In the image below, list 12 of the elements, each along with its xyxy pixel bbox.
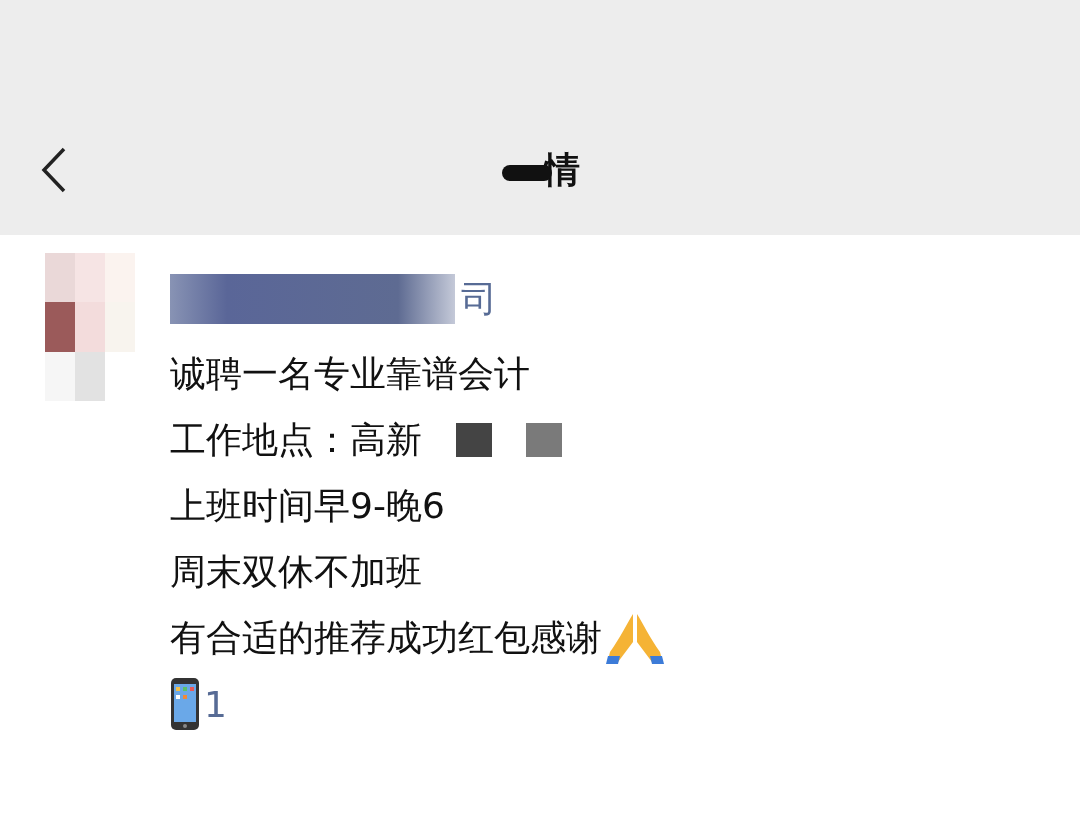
post-text: 诚聘一名专业靠谱会计 [170,351,530,396]
redaction-mark [526,423,562,457]
praying-hands-icon [606,612,664,664]
post-text: 工作地点：高新 [170,417,422,462]
post-text: 周末双休不加班 [170,549,422,594]
post-text: 有合适的推荐成功红包感谢 [170,615,602,660]
post-text: 上班时间早9-晚6 [170,483,445,528]
redaction-mark [456,423,492,457]
back-icon[interactable] [40,146,68,194]
phone-icon [170,677,200,731]
author-name[interactable]: 司 [461,274,497,324]
post-text: 1 [204,683,227,725]
